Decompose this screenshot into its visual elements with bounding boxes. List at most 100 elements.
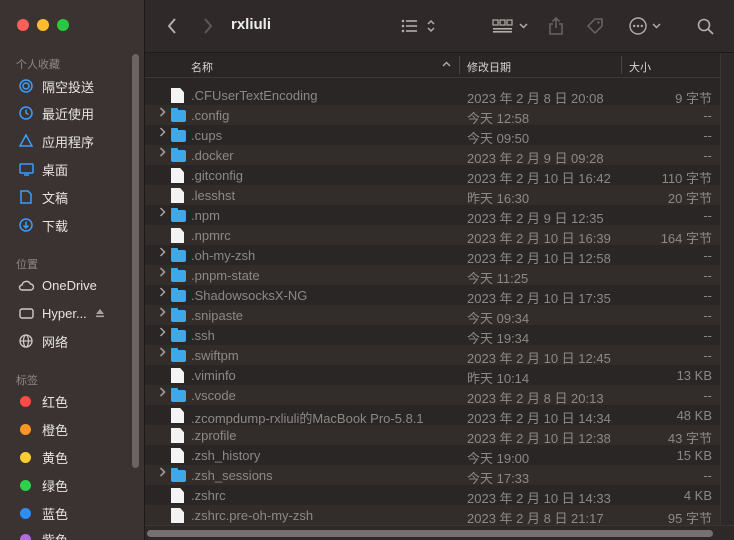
column-divider[interactable] bbox=[459, 56, 460, 74]
finder-window: 个人收藏 隔空投送 最近使用 应用程序 桌面 文稿 下载 位置 OneDrive… bbox=[0, 0, 734, 540]
file-row[interactable]: .lesshst 昨天 16:30 20 字节 bbox=[145, 185, 720, 206]
file-size: 4 KB bbox=[683, 488, 712, 503]
view-options-button[interactable] bbox=[397, 14, 439, 38]
vertical-scrollbar[interactable] bbox=[720, 53, 734, 525]
close-window-button[interactable] bbox=[17, 19, 29, 31]
tag-color-dot bbox=[20, 395, 31, 407]
file-row[interactable]: .docker 2023 年 2 月 9 日 09:28 -- bbox=[145, 145, 720, 166]
file-row[interactable]: .config 今天 12:58 -- bbox=[145, 105, 720, 126]
tag-color-dot bbox=[20, 451, 31, 463]
file-name: .ssh bbox=[191, 328, 215, 343]
file-row[interactable]: .zsh_history 今天 19:00 15 KB bbox=[145, 445, 720, 466]
file-row[interactable]: .swiftpm 2023 年 2 月 10 日 12:45 -- bbox=[145, 345, 720, 366]
file-row[interactable]: .gitconfig 2023 年 2 月 10 日 16:42 110 字节 bbox=[145, 165, 720, 186]
file-row[interactable]: .oh-my-zsh 2023 年 2 月 10 日 12:58 -- bbox=[145, 245, 720, 266]
sidebar-scrollbar[interactable] bbox=[132, 54, 139, 468]
file-name: .ShadowsocksX-NG bbox=[191, 288, 308, 303]
disclosure-chevron-icon[interactable] bbox=[159, 207, 166, 220]
sidebar-item-onedrive[interactable]: OneDrive bbox=[8, 273, 134, 297]
zoom-window-button[interactable] bbox=[57, 19, 69, 31]
file-row[interactable]: .viminfo 昨天 10:14 13 KB bbox=[145, 365, 720, 386]
disclosure-chevron-icon[interactable] bbox=[159, 127, 166, 140]
file-row[interactable]: .pnpm-state 今天 11:25 -- bbox=[145, 265, 720, 286]
tag-icon bbox=[586, 18, 603, 35]
back-button[interactable] bbox=[161, 14, 183, 38]
disclosure-chevron-icon[interactable] bbox=[159, 267, 166, 280]
share-button[interactable] bbox=[545, 14, 567, 38]
disclosure-chevron-icon[interactable] bbox=[159, 107, 166, 120]
column-header-name[interactable]: 名称 bbox=[191, 59, 213, 75]
chevron-right-icon bbox=[204, 18, 213, 34]
sidebar-item-label: OneDrive bbox=[42, 277, 97, 293]
sidebar-item-applications[interactable]: 应用程序 bbox=[8, 129, 134, 153]
disclosure-chevron-icon[interactable] bbox=[159, 287, 166, 300]
file-name: .npmrc bbox=[191, 228, 231, 243]
horizontal-scroll-thumb[interactable] bbox=[147, 530, 713, 537]
disclosure-chevron-icon[interactable] bbox=[159, 347, 166, 360]
horizontal-scrollbar[interactable] bbox=[145, 525, 734, 540]
file-row[interactable]: .zshrc 2023 年 2 月 10 日 14:33 4 KB bbox=[145, 485, 720, 506]
file-name: .config bbox=[191, 108, 230, 123]
sidebar-item-desktop[interactable]: 桌面 bbox=[8, 157, 134, 181]
more-actions-button[interactable] bbox=[625, 14, 665, 38]
sidebar-item-documents[interactable]: 文稿 bbox=[8, 185, 134, 209]
folder-icon bbox=[171, 348, 186, 362]
column-header-size[interactable]: 大小 bbox=[629, 59, 651, 75]
file-name: .zshrc bbox=[191, 488, 226, 503]
search-button[interactable] bbox=[694, 14, 716, 38]
sidebar-tag-red[interactable]: 红色 bbox=[8, 389, 134, 413]
sidebar-item-hyper-disk[interactable]: Hyper... bbox=[8, 301, 134, 325]
column-divider[interactable] bbox=[621, 56, 622, 74]
file-row[interactable]: .vscode 2023 年 2 月 8 日 20:13 -- bbox=[145, 385, 720, 406]
sidebar-item-label: 网络 bbox=[42, 334, 69, 350]
file-name: .swiftpm bbox=[191, 348, 239, 363]
file-name: .npm bbox=[191, 208, 220, 223]
folder-icon bbox=[171, 128, 186, 142]
sidebar-locations-title: 位置 bbox=[16, 259, 38, 271]
folder-icon bbox=[171, 308, 186, 322]
eject-icon[interactable] bbox=[95, 306, 105, 321]
sidebar-tag-green[interactable]: 绿色 bbox=[8, 473, 134, 497]
file-size: -- bbox=[703, 108, 712, 123]
document-icon bbox=[18, 189, 34, 205]
forward-button[interactable] bbox=[197, 14, 219, 38]
sidebar-tag-orange[interactable]: 橙色 bbox=[8, 417, 134, 441]
sidebar-item-downloads[interactable]: 下载 bbox=[8, 213, 134, 237]
file-row[interactable]: .npmrc 2023 年 2 月 10 日 16:39 164 字节 bbox=[145, 225, 720, 246]
disclosure-chevron-icon[interactable] bbox=[159, 247, 166, 260]
sidebar-item-label: 桌面 bbox=[42, 162, 69, 178]
file-row[interactable]: .zcompdump-rxliuli的MacBook Pro-5.8.1 2023… bbox=[145, 405, 720, 426]
file-row[interactable]: .zsh_sessions 今天 17:33 -- bbox=[145, 465, 720, 486]
disclosure-chevron-icon[interactable] bbox=[159, 467, 166, 480]
disclosure-chevron-icon[interactable] bbox=[159, 387, 166, 400]
sidebar-item-network[interactable]: 网络 bbox=[8, 329, 134, 353]
tag-button[interactable] bbox=[583, 14, 607, 38]
sidebar-item-label: 文稿 bbox=[42, 190, 69, 206]
disclosure-chevron-icon[interactable] bbox=[159, 147, 166, 160]
sidebar-item-recents[interactable]: 最近使用 bbox=[8, 101, 134, 125]
file-row[interactable]: .snipaste 今天 09:34 -- bbox=[145, 305, 720, 326]
file-row[interactable]: .ShadowsocksX-NG 2023 年 2 月 10 日 17:35 -- bbox=[145, 285, 720, 306]
disclosure-chevron-icon[interactable] bbox=[159, 307, 166, 320]
file-row[interactable]: .zshrc.pre-oh-my-zsh 2023 年 2 月 8 日 21:17… bbox=[145, 505, 720, 526]
sidebar-tag-yellow[interactable]: 黄色 bbox=[8, 445, 134, 469]
sidebar-tag-blue[interactable]: 蓝色 bbox=[8, 501, 134, 525]
sidebar-item-label: 最近使用 bbox=[42, 106, 95, 122]
folder-icon bbox=[171, 388, 186, 402]
disclosure-chevron-icon[interactable] bbox=[159, 327, 166, 340]
file-row[interactable]: .npm 2023 年 2 月 9 日 12:35 -- bbox=[145, 205, 720, 226]
file-row[interactable]: .CFUserTextEncoding 2023 年 2 月 8 日 20:08 9… bbox=[145, 85, 720, 106]
group-button[interactable] bbox=[487, 14, 533, 38]
file-row[interactable]: .ssh 今天 19:34 -- bbox=[145, 325, 720, 346]
sidebar-item-airdrop[interactable]: 隔空投送 bbox=[8, 74, 134, 98]
minimize-window-button[interactable] bbox=[37, 19, 49, 31]
sidebar-tag-purple[interactable]: 紫色 bbox=[8, 527, 134, 540]
search-icon bbox=[697, 18, 714, 35]
file-row[interactable]: .zprofile 2023 年 2 月 10 日 12:38 43 字节 bbox=[145, 425, 720, 446]
file-row[interactable]: .cups 今天 09:50 -- bbox=[145, 125, 720, 146]
file-name: .zsh_sessions bbox=[191, 468, 273, 483]
file-name: .lesshst bbox=[191, 188, 236, 203]
cloud-icon bbox=[18, 277, 34, 293]
tag-color-dot bbox=[20, 479, 31, 491]
column-header-date[interactable]: 修改日期 bbox=[467, 59, 511, 75]
